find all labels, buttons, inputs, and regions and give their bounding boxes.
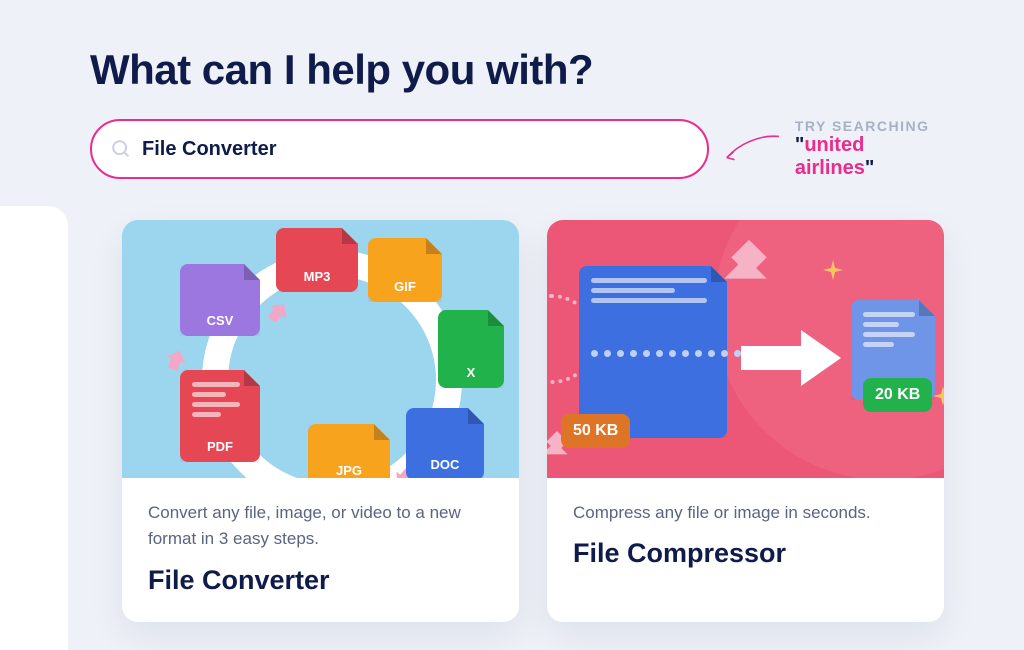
size-after-badge: 20 KB [863,378,932,412]
file-label: JPG [336,463,362,478]
side-panel [0,206,68,650]
card-body: Compress any file or image in seconds. F… [547,478,944,595]
transfer-arrow-icon [741,328,841,388]
file-icon-doc: DOC [406,408,484,478]
file-label: DOC [431,457,460,472]
hint-query-text: united airlines [795,134,865,179]
illustration-file-compressor: 50 KB 20 KB [547,220,944,478]
card-file-converter[interactable]: CSV MP3 GIF X DOC JPG PDF Convert any fi… [122,220,519,622]
file-icon-xls: X [438,310,504,388]
illustration-file-converter: CSV MP3 GIF X DOC JPG PDF [122,220,519,478]
hint-quote-right: " [865,157,874,179]
mini-arrow-icon [163,347,189,373]
compress-arrow-icon [719,238,779,298]
file-label: PDF [207,439,233,454]
file-icon-gif: GIF [368,238,442,302]
card-description: Compress any file or image in seconds. [573,500,918,526]
card-body: Convert any file, image, or video to a n… [122,478,519,622]
page-title: What can I help you with? [90,46,944,94]
search-input[interactable] [142,138,689,161]
search-box[interactable] [90,119,709,179]
sparkle-icon [823,260,843,280]
file-label: GIF [394,279,416,294]
file-label: CSV [207,313,234,328]
size-before-badge: 50 KB [561,414,630,448]
dots-row-icon [591,350,741,357]
file-icon-csv: CSV [180,264,260,336]
hint-label: TRY SEARCHING [795,118,944,134]
card-file-compressor[interactable]: 50 KB 20 KB Compress any file or image i… [547,220,944,622]
file-icon-jpg: JPG [308,424,390,478]
search-hint: TRY SEARCHING "united airlines" [795,118,944,180]
file-icon-mp3: MP3 [276,228,358,292]
hint-quote-left: " [795,134,804,156]
card-title: File Compressor [573,538,918,569]
hint-arrow-icon [721,132,783,166]
search-row: TRY SEARCHING "united airlines" [90,118,944,180]
file-label: X [467,365,476,380]
card-title: File Converter [148,565,493,596]
hint-query: "united airlines" [795,134,944,180]
file-label: MP3 [304,269,331,284]
card-description: Convert any file, image, or video to a n… [148,500,493,553]
search-icon [110,138,132,160]
file-icon-pdf: PDF [180,370,260,462]
